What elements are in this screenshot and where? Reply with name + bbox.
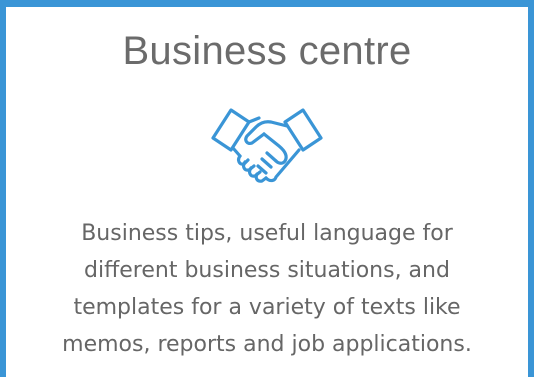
card-title: Business centre [122,29,412,73]
handshake-icon [209,100,325,200]
business-centre-card[interactable]: Business centre Business tips, useful la [0,0,534,377]
card-description: Business tips, useful language for diffe… [62,221,472,357]
